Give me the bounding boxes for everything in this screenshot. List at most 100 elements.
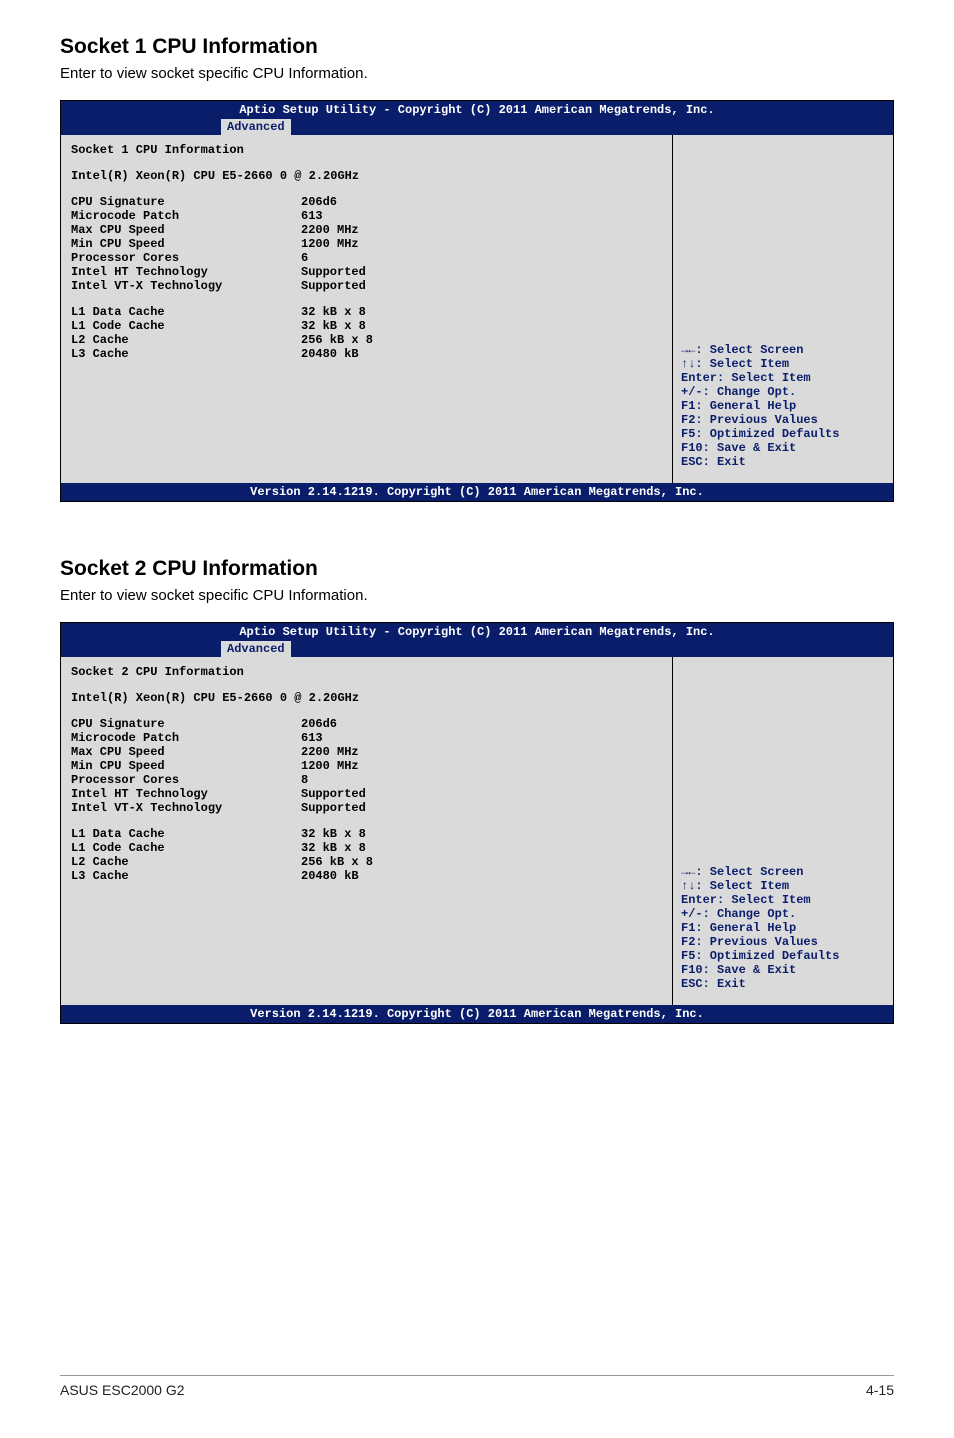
row-value: 6 — [301, 251, 662, 265]
row-label: Microcode Patch — [71, 731, 301, 745]
row-value: 613 — [301, 209, 662, 223]
bios-title: Socket 1 CPU Information — [71, 143, 662, 157]
row-value: 206d6 — [301, 717, 662, 731]
bios-row: L1 Code Cache32 kB x 8 — [71, 319, 662, 333]
row-value: Supported — [301, 787, 662, 801]
help-line: F5: Optimized Defaults — [681, 427, 885, 441]
row-value: Supported — [301, 279, 662, 293]
section-heading: Socket 2 CPU Information — [60, 557, 894, 581]
bios-row: Max CPU Speed2200 MHz — [71, 223, 662, 237]
row-value: 256 kB x 8 — [301, 855, 662, 869]
row-value: 20480 kB — [301, 869, 662, 883]
bios-row: Microcode Patch613 — [71, 209, 662, 223]
bios-row: Min CPU Speed1200 MHz — [71, 237, 662, 251]
row-value: 32 kB x 8 — [301, 319, 662, 333]
bios-cpu-line: Intel(R) Xeon(R) CPU E5-2660 0 @ 2.20GHz — [71, 169, 662, 183]
help-line: →←: Select Screen — [681, 865, 885, 879]
bios-tab-advanced[interactable]: Advanced — [221, 641, 291, 657]
help-line: F2: Previous Values — [681, 935, 885, 949]
row-label: Max CPU Speed — [71, 223, 301, 237]
bios-right-pane: →←: Select Screen ↑↓: Select Item Enter:… — [673, 657, 893, 1005]
row-label: Processor Cores — [71, 251, 301, 265]
bios-row: L1 Code Cache32 kB x 8 — [71, 841, 662, 855]
row-label: L2 Cache — [71, 333, 301, 347]
row-label: CPU Signature — [71, 195, 301, 209]
help-line: +/-: Change Opt. — [681, 385, 885, 399]
bios-row: Intel VT-X TechnologySupported — [71, 801, 662, 815]
row-label: Processor Cores — [71, 773, 301, 787]
row-value: 8 — [301, 773, 662, 787]
row-label: Intel HT Technology — [71, 265, 301, 279]
help-line: F1: General Help — [681, 921, 885, 935]
bios-row: CPU Signature206d6 — [71, 195, 662, 209]
bios-row: L2 Cache256 kB x 8 — [71, 333, 662, 347]
bios-tabbar: Advanced — [61, 641, 893, 657]
row-value: 1200 MHz — [301, 237, 662, 251]
bios-left-pane: Socket 2 CPU Information Intel(R) Xeon(R… — [61, 657, 673, 1005]
section-subtext: Enter to view socket specific CPU Inform… — [60, 65, 894, 82]
bios-row: Intel HT TechnologySupported — [71, 265, 662, 279]
help-line: F1: General Help — [681, 399, 885, 413]
row-value: Supported — [301, 265, 662, 279]
row-label: CPU Signature — [71, 717, 301, 731]
row-value: 2200 MHz — [301, 745, 662, 759]
row-value: 20480 kB — [301, 347, 662, 361]
row-value: 256 kB x 8 — [301, 333, 662, 347]
row-value: 206d6 — [301, 195, 662, 209]
row-label: L2 Cache — [71, 855, 301, 869]
bios-cpu-line: Intel(R) Xeon(R) CPU E5-2660 0 @ 2.20GHz — [71, 691, 662, 705]
bios-header: Aptio Setup Utility - Copyright (C) 2011… — [61, 623, 893, 641]
page-footer: ASUS ESC2000 G2 4-15 — [60, 1375, 894, 1398]
row-label: L1 Code Cache — [71, 841, 301, 855]
help-line: ↑↓: Select Item — [681, 357, 885, 371]
row-value: Supported — [301, 801, 662, 815]
row-label: Microcode Patch — [71, 209, 301, 223]
row-label: Max CPU Speed — [71, 745, 301, 759]
bios-title: Socket 2 CPU Information — [71, 665, 662, 679]
row-label: Intel VT-X Technology — [71, 279, 301, 293]
bios-footer: Version 2.14.1219. Copyright (C) 2011 Am… — [61, 483, 893, 501]
bios-body: Socket 1 CPU Information Intel(R) Xeon(R… — [61, 135, 893, 483]
row-value: 613 — [301, 731, 662, 745]
help-line: ↑↓: Select Item — [681, 879, 885, 893]
row-value: 2200 MHz — [301, 223, 662, 237]
help-line: Enter: Select Item — [681, 371, 885, 385]
help-line: Enter: Select Item — [681, 893, 885, 907]
row-label: Min CPU Speed — [71, 759, 301, 773]
footer-left: ASUS ESC2000 G2 — [60, 1382, 185, 1398]
bios-row: CPU Signature206d6 — [71, 717, 662, 731]
row-label: L1 Data Cache — [71, 827, 301, 841]
bios-left-pane: Socket 1 CPU Information Intel(R) Xeon(R… — [61, 135, 673, 483]
bios-tab-advanced[interactable]: Advanced — [221, 119, 291, 135]
row-label: Intel VT-X Technology — [71, 801, 301, 815]
help-line: +/-: Change Opt. — [681, 907, 885, 921]
bios-row: Processor Cores6 — [71, 251, 662, 265]
bios-body: Socket 2 CPU Information Intel(R) Xeon(R… — [61, 657, 893, 1005]
help-line: F10: Save & Exit — [681, 963, 885, 977]
row-value: 32 kB x 8 — [301, 841, 662, 855]
help-line: ESC: Exit — [681, 455, 885, 469]
row-value: 1200 MHz — [301, 759, 662, 773]
row-label: L3 Cache — [71, 869, 301, 883]
row-label: L1 Data Cache — [71, 305, 301, 319]
help-line: F2: Previous Values — [681, 413, 885, 427]
row-label: Intel HT Technology — [71, 787, 301, 801]
bios-row: Processor Cores8 — [71, 773, 662, 787]
help-line: ESC: Exit — [681, 977, 885, 991]
help-line: F5: Optimized Defaults — [681, 949, 885, 963]
row-value: 32 kB x 8 — [301, 305, 662, 319]
help-line: F10: Save & Exit — [681, 441, 885, 455]
bios-panel: Aptio Setup Utility - Copyright (C) 2011… — [60, 100, 894, 502]
row-label: L1 Code Cache — [71, 319, 301, 333]
bios-panel: Aptio Setup Utility - Copyright (C) 2011… — [60, 622, 894, 1024]
section-heading: Socket 1 CPU Information — [60, 35, 894, 59]
bios-header: Aptio Setup Utility - Copyright (C) 2011… — [61, 101, 893, 119]
bios-row: L2 Cache256 kB x 8 — [71, 855, 662, 869]
bios-tabbar: Advanced — [61, 119, 893, 135]
bios-row: Intel VT-X TechnologySupported — [71, 279, 662, 293]
help-line: →←: Select Screen — [681, 343, 885, 357]
bios-right-pane: →←: Select Screen ↑↓: Select Item Enter:… — [673, 135, 893, 483]
bios-row: Max CPU Speed2200 MHz — [71, 745, 662, 759]
row-value: 32 kB x 8 — [301, 827, 662, 841]
bios-row: L1 Data Cache32 kB x 8 — [71, 305, 662, 319]
